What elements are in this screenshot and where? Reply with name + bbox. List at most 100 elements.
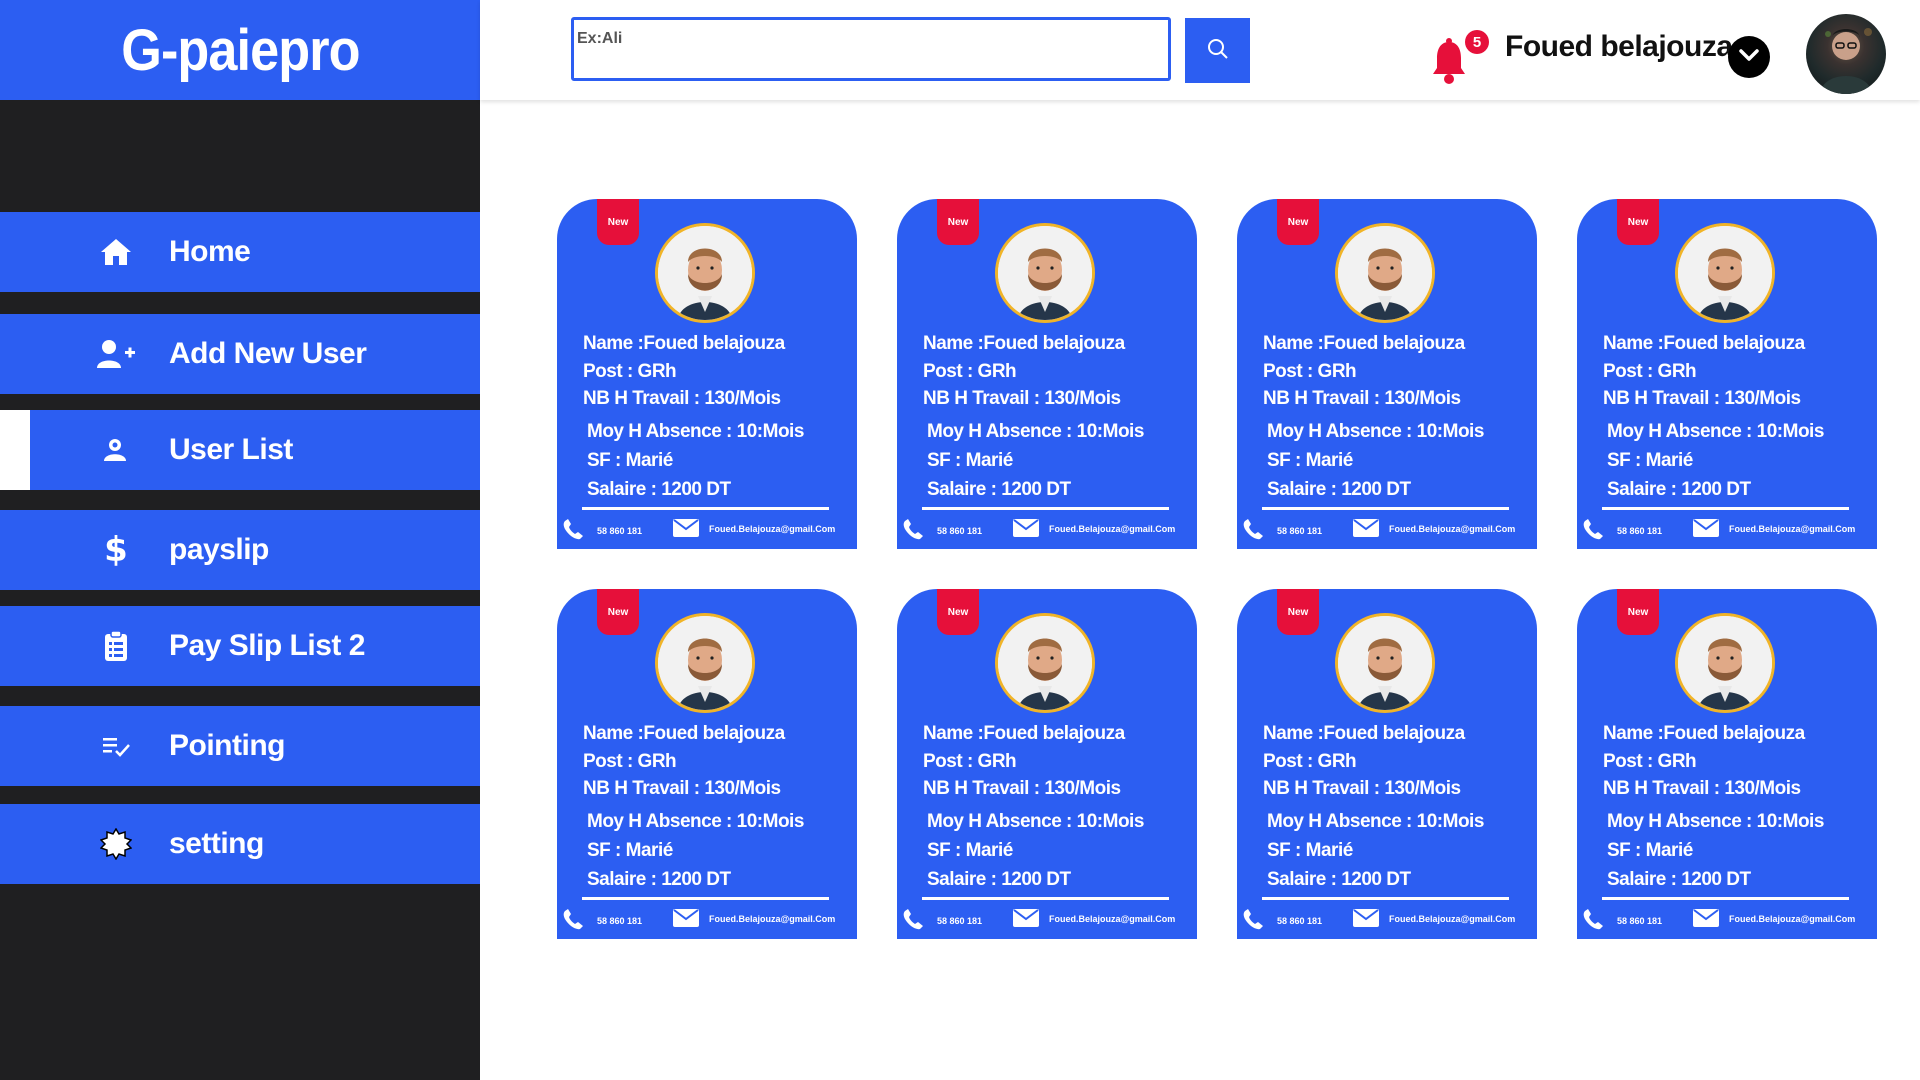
search-input[interactable] — [571, 17, 1171, 81]
card-phone[interactable]: 58 860 181 — [901, 909, 982, 933]
phone-icon — [1581, 519, 1607, 543]
sidebar-item-pointing[interactable]: Pointing — [0, 706, 480, 786]
sidebar-item-pay-slip-list-2[interactable]: Pay Slip List 2 — [0, 606, 480, 686]
card-phone-number: 58 860 181 — [1277, 526, 1323, 536]
card-name: Name :Foued belajouza — [583, 723, 785, 744]
card-work-hours: NB H Travail : 130/Mois — [583, 388, 781, 409]
card-email-address: Foued.Belajouza@gmail.Com — [1049, 914, 1176, 924]
phone-icon — [561, 909, 587, 933]
card-email-address: Foued.Belajouza@gmail.Com — [709, 524, 836, 534]
user-card[interactable]: New Name :Foued belajouza Post : GRh NB … — [1237, 589, 1537, 939]
card-email[interactable]: Foued.Belajouza@gmail.Com — [1013, 519, 1175, 539]
user-card[interactable]: New Name :Foued belajouza Post : GRh NB … — [557, 589, 857, 939]
top-header: 5 Foued belajouza — [480, 0, 1920, 100]
card-divider — [1262, 507, 1509, 510]
sidebar-item-setting[interactable]: setting — [0, 804, 480, 884]
mail-icon — [1693, 519, 1719, 539]
sidebar-item-user-list[interactable]: User List — [0, 410, 480, 490]
chevron-down-icon — [1738, 47, 1760, 68]
card-post: Post : GRh — [923, 361, 1017, 382]
card-email[interactable]: Foued.Belajouza@gmail.Com — [1693, 519, 1855, 539]
card-email[interactable]: Foued.Belajouza@gmail.Com — [1353, 909, 1515, 929]
card-divider — [1602, 897, 1849, 900]
card-phone[interactable]: 58 860 181 — [1581, 519, 1662, 543]
sidebar-item-add-new-user[interactable]: Add New User — [0, 314, 480, 394]
card-post: Post : GRh — [1263, 361, 1357, 382]
new-badge: New — [597, 199, 639, 245]
user-avatar[interactable] — [1806, 14, 1886, 94]
card-email[interactable]: Foued.Belajouza@gmail.Com — [1693, 909, 1855, 929]
mail-icon — [1353, 519, 1379, 539]
sidebar-item-home[interactable]: Home — [0, 212, 480, 292]
new-badge: New — [937, 589, 979, 635]
card-family-status: SF : Marié — [1607, 840, 1693, 861]
active-indicator — [0, 410, 30, 490]
phone-icon — [1581, 909, 1607, 933]
card-work-hours: NB H Travail : 130/Mois — [1603, 388, 1801, 409]
user-card[interactable]: New Name :Foued belajouza Post : GRh NB … — [897, 589, 1197, 939]
card-phone[interactable]: 58 860 181 — [1241, 909, 1322, 933]
card-email[interactable]: Foued.Belajouza@gmail.Com — [673, 909, 835, 929]
new-badge: New — [1617, 199, 1659, 245]
checklist-icon — [96, 726, 136, 766]
card-divider — [582, 897, 829, 900]
card-work-hours: NB H Travail : 130/Mois — [1263, 778, 1461, 799]
user-card[interactable]: New Name :Foued belajouza Post : GRh NB … — [1577, 589, 1877, 939]
card-phone-number: 58 860 181 — [1617, 526, 1663, 536]
card-phone[interactable]: 58 860 181 — [561, 909, 642, 933]
card-phone-number: 58 860 181 — [597, 526, 643, 536]
card-work-hours: NB H Travail : 130/Mois — [923, 778, 1121, 799]
search-button[interactable] — [1185, 18, 1250, 83]
sidebar-item-label: Pay Slip List 2 — [169, 629, 365, 662]
bell-icon[interactable] — [1430, 38, 1470, 84]
user-photo — [1335, 613, 1435, 713]
card-salary: Salaire : 1200 DT — [587, 869, 731, 890]
card-phone-number: 58 860 181 — [597, 916, 643, 926]
sidebar-item-payslip[interactable]: $ payslip — [0, 510, 480, 590]
user-card[interactable]: New Name :Foued belajouza Post : GRh NB … — [1577, 199, 1877, 549]
card-name: Name :Foued belajouza — [1263, 723, 1465, 744]
card-salary: Salaire : 1200 DT — [927, 869, 1071, 890]
card-family-status: SF : Marié — [1267, 450, 1353, 471]
card-name: Name :Foued belajouza — [1263, 333, 1465, 354]
card-salary: Salaire : 1200 DT — [1607, 479, 1751, 500]
card-phone[interactable]: 58 860 181 — [1241, 519, 1322, 543]
card-phone-number: 58 860 181 — [937, 526, 983, 536]
brand-logo[interactable]: G-paiepro — [0, 0, 480, 100]
card-work-hours: NB H Travail : 130/Mois — [583, 778, 781, 799]
card-divider — [582, 507, 829, 510]
card-salary: Salaire : 1200 DT — [927, 479, 1071, 500]
card-salary: Salaire : 1200 DT — [587, 479, 731, 500]
brand-name: G-paiepro — [120, 17, 360, 83]
card-divider — [1602, 507, 1849, 510]
user-photo — [995, 223, 1095, 323]
user-card[interactable]: New Name :Foued belajouza Post : GRh NB … — [1237, 199, 1537, 549]
card-absence: Moy H Absence : 10:Mois — [927, 811, 1144, 832]
card-phone-number: 58 860 181 — [937, 916, 983, 926]
mail-icon — [673, 519, 699, 539]
card-email[interactable]: Foued.Belajouza@gmail.Com — [1013, 909, 1175, 929]
card-absence: Moy H Absence : 10:Mois — [587, 421, 804, 442]
sidebar-item-label: setting — [169, 827, 264, 860]
card-family-status: SF : Marié — [1267, 840, 1353, 861]
card-email[interactable]: Foued.Belajouza@gmail.Com — [673, 519, 835, 539]
mail-icon — [1013, 519, 1039, 539]
card-name: Name :Foued belajouza — [583, 333, 785, 354]
sidebar: G-paiepro Home Add New User User List $ … — [0, 0, 480, 1080]
card-phone[interactable]: 58 860 181 — [1581, 909, 1662, 933]
user-card[interactable]: New Name :Foued belajouza Post : GRh NB … — [557, 199, 857, 549]
sidebar-item-label: Pointing — [169, 729, 285, 762]
card-phone[interactable]: 58 860 181 — [561, 519, 642, 543]
card-email[interactable]: Foued.Belajouza@gmail.Com — [1353, 519, 1515, 539]
card-absence: Moy H Absence : 10:Mois — [1267, 811, 1484, 832]
card-email-address: Foued.Belajouza@gmail.Com — [1729, 914, 1856, 924]
user-card[interactable]: New Name :Foued belajouza Post : GRh NB … — [897, 199, 1197, 549]
card-phone[interactable]: 58 860 181 — [901, 519, 982, 543]
phone-icon — [901, 909, 927, 933]
dollar-icon: $ — [104, 530, 128, 570]
user-menu-toggle[interactable] — [1728, 36, 1770, 78]
card-work-hours: NB H Travail : 130/Mois — [923, 388, 1121, 409]
card-salary: Salaire : 1200 DT — [1607, 869, 1751, 890]
card-post: Post : GRh — [583, 361, 677, 382]
card-absence: Moy H Absence : 10:Mois — [587, 811, 804, 832]
